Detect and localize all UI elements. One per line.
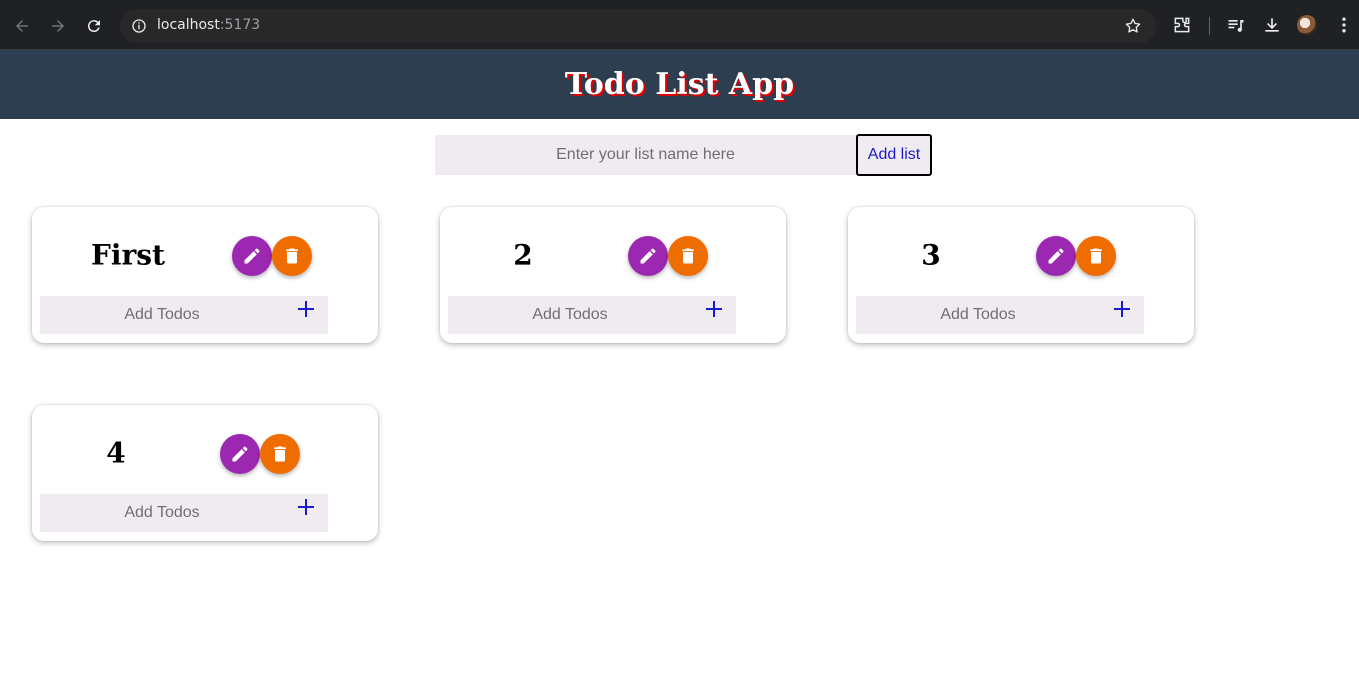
edit-list-button[interactable] — [220, 434, 260, 474]
add-todo-button[interactable] — [295, 298, 317, 320]
back-icon — [16, 20, 28, 32]
address-bar[interactable]: localhost:5173 — [120, 9, 1156, 43]
add-todo-button[interactable] — [703, 298, 725, 320]
trash-icon — [1090, 248, 1102, 264]
media-control-button[interactable] — [1226, 15, 1246, 35]
edit-list-button[interactable] — [628, 236, 668, 276]
add-todo-button[interactable] — [1111, 298, 1133, 320]
more-menu-icon — [1342, 17, 1346, 33]
trash-icon — [682, 248, 694, 264]
extensions-button[interactable] — [1172, 15, 1192, 35]
reload-icon — [87, 20, 100, 33]
add-todo-button[interactable] — [295, 496, 317, 518]
toolbar-divider — [1209, 17, 1210, 35]
list-title: 4 — [106, 436, 126, 470]
list-name-input[interactable] — [435, 135, 856, 175]
pencil-icon — [640, 248, 656, 264]
forward-icon — [52, 20, 64, 32]
downloads-icon — [1265, 18, 1279, 32]
add-todo-input[interactable] — [856, 296, 1144, 334]
trash-icon — [274, 446, 286, 462]
edit-list-button[interactable] — [232, 236, 272, 276]
downloads-button[interactable] — [1262, 15, 1282, 35]
forward-button[interactable] — [46, 14, 70, 38]
add-todo-input[interactable] — [40, 494, 328, 532]
delete-list-button[interactable] — [260, 434, 300, 474]
pencil-icon — [1048, 248, 1064, 264]
add-list-button[interactable]: Add list — [856, 134, 932, 176]
list-card: 2 — [440, 207, 786, 343]
list-title: First — [91, 238, 165, 272]
list-title: 2 — [513, 238, 533, 272]
add-todo-input[interactable] — [448, 296, 736, 334]
back-button[interactable] — [10, 14, 34, 38]
list-card: 3 — [848, 207, 1194, 343]
plus-icon — [298, 301, 314, 317]
delete-list-button[interactable] — [668, 236, 708, 276]
site-info-icon[interactable] — [131, 18, 147, 34]
url-host: localhost — [157, 17, 220, 33]
browser-toolbar: localhost:5173 — [0, 0, 1359, 50]
extensions-icon — [1174, 17, 1190, 33]
bookmark-star-icon[interactable] — [1124, 17, 1142, 35]
app-header: Todo List App — [0, 50, 1359, 119]
app-title: Todo List App — [564, 67, 795, 102]
delete-list-button[interactable] — [272, 236, 312, 276]
more-menu-button[interactable] — [1334, 15, 1354, 35]
profile-avatar[interactable] — [1297, 15, 1317, 35]
trash-icon — [286, 248, 298, 264]
plus-icon — [1114, 301, 1130, 317]
plus-icon — [706, 301, 722, 317]
url-port: :5173 — [219, 17, 261, 33]
pencil-icon — [232, 446, 248, 462]
delete-list-button[interactable] — [1076, 236, 1116, 276]
edit-list-button[interactable] — [1036, 236, 1076, 276]
list-card: First — [32, 207, 378, 343]
plus-icon — [298, 499, 314, 515]
pencil-icon — [244, 248, 260, 264]
list-card: 4 — [32, 405, 378, 541]
list-title: 3 — [921, 238, 941, 272]
reload-button[interactable] — [82, 14, 106, 38]
media-control-icon — [1228, 20, 1244, 32]
add-todo-input[interactable] — [40, 296, 328, 334]
url-text: localhost:5173 — [157, 17, 260, 33]
